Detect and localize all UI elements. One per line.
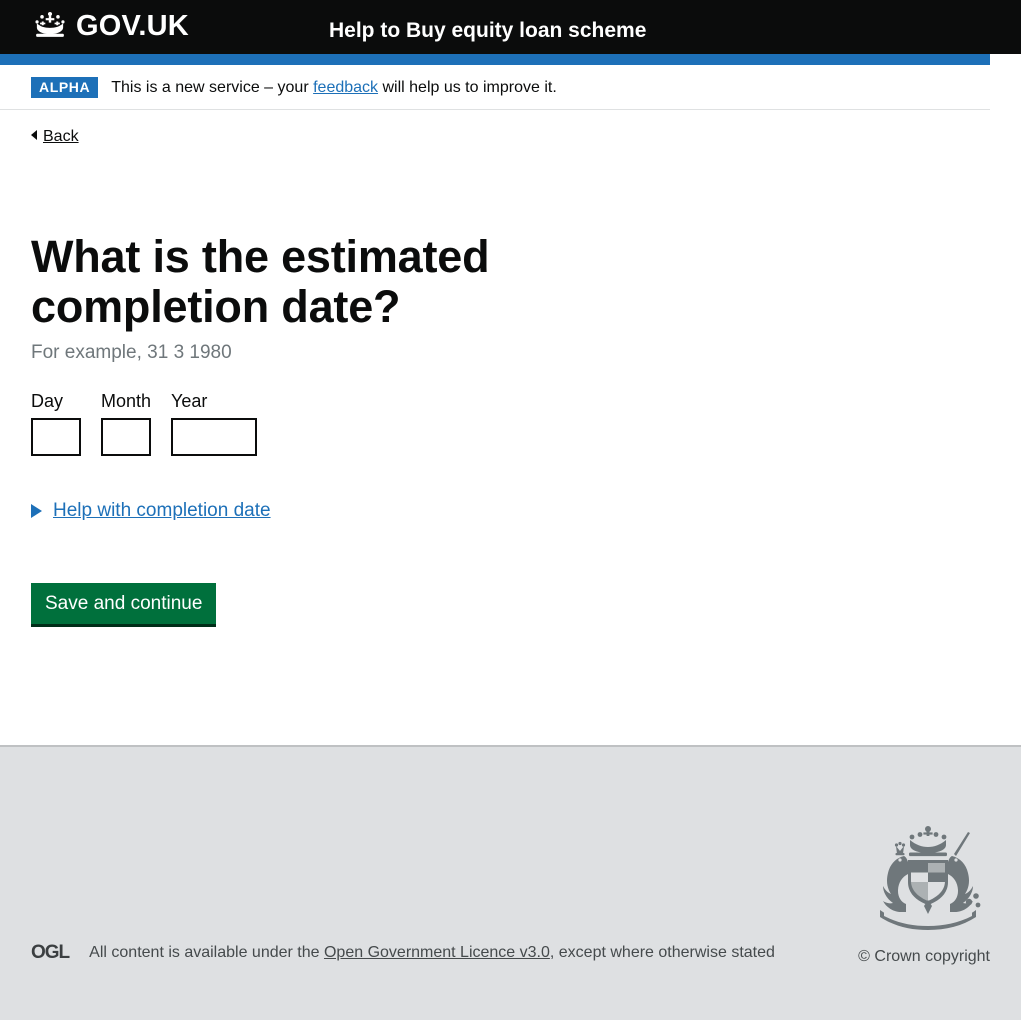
phase-banner: ALPHA This is a new service – your feedb… (0, 65, 990, 110)
page-root: GOV.UK Help to Buy equity loan scheme AL… (0, 0, 1021, 1020)
service-name: Help to Buy equity loan scheme (329, 19, 647, 42)
help-details-label: Help with completion date (53, 500, 271, 521)
site-footer: © Crown copyright OGL All content is ava… (0, 745, 1021, 1020)
licence-text: All content is available under the Open … (89, 943, 775, 963)
page-title: What is the estimated completion date? (31, 231, 490, 332)
month-label: Month (101, 391, 152, 411)
open-government-licence-link[interactable]: Open Government Licence v3.0 (324, 944, 550, 961)
main-content: Back What is the estimated completion da… (0, 110, 1021, 745)
date-field-month: Month (101, 390, 151, 456)
phase-text-before: This is a new service – your (111, 79, 314, 96)
date-hint: For example, 31 3 1980 (31, 342, 232, 363)
site-header: GOV.UK Help to Buy equity loan scheme (0, 0, 1021, 54)
date-field-year: Year (171, 390, 258, 456)
date-field-day: Day (31, 390, 81, 456)
govuk-logo-link[interactable]: GOV.UK (31, 11, 189, 41)
feedback-link[interactable]: feedback (313, 79, 378, 96)
phase-text-after: will help us to improve it. (378, 79, 557, 96)
save-and-continue-button[interactable]: Save and continue (31, 583, 217, 627)
help-details-summary[interactable]: Help with completion date (31, 499, 271, 523)
header-blue-accent-bar (0, 54, 990, 65)
back-link[interactable]: Back (31, 127, 79, 147)
phase-banner-text: This is a new service – your feedback wi… (111, 78, 557, 98)
crown-icon (31, 11, 69, 41)
phase-tag-alpha: ALPHA (31, 77, 99, 98)
crown-copyright: © Crown copyright (858, 948, 990, 965)
year-input[interactable] (171, 418, 258, 456)
site-footer-inner: © Crown copyright OGL All content is ava… (0, 747, 1021, 1020)
licence-text-after: , except where otherwise stated (549, 944, 775, 961)
date-input-group: Day Month Year (31, 390, 1021, 456)
year-label: Year (171, 391, 208, 411)
chevron-left-icon (31, 130, 37, 140)
ogl-logo-icon: OGL (31, 942, 70, 963)
footer-licence: OGL All content is available under the O… (31, 943, 775, 963)
triangle-right-icon (31, 504, 42, 518)
month-input[interactable] (101, 418, 151, 456)
day-input[interactable] (31, 418, 81, 456)
royal-coat-of-arms-icon (866, 824, 990, 930)
day-label: Day (31, 391, 64, 411)
help-details: Help with completion date (31, 499, 1021, 523)
govuk-logo-text: GOV.UK (76, 10, 189, 42)
licence-text-before: All content is available under the (89, 944, 324, 961)
site-header-inner: GOV.UK Help to Buy equity loan scheme (0, 0, 1021, 54)
back-link-label: Back (43, 128, 79, 145)
